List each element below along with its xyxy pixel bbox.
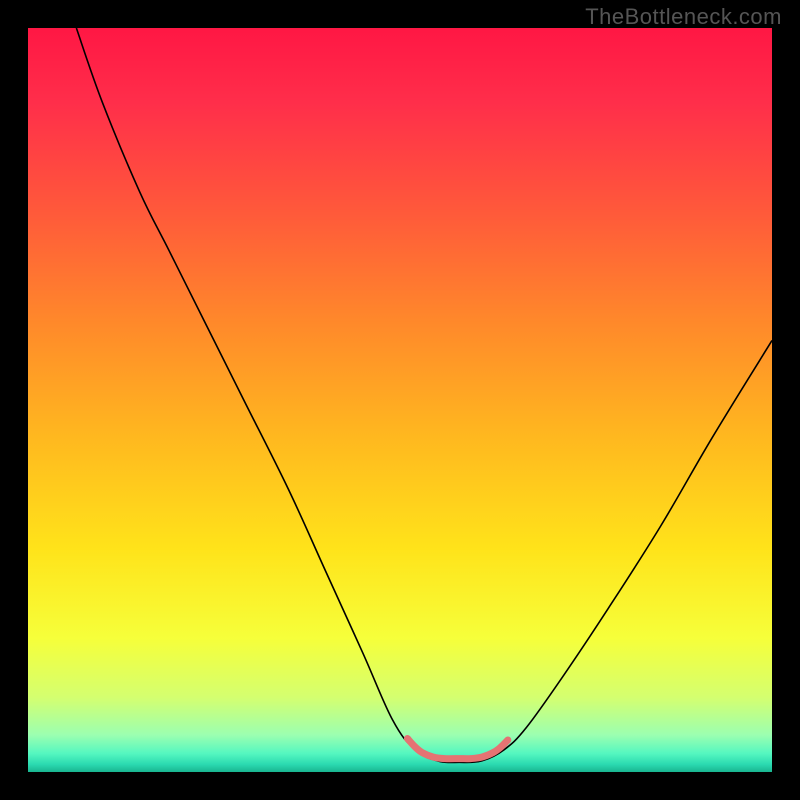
chart-frame: TheBottleneck.com [0,0,800,800]
gradient-background [28,28,772,772]
bottleneck-chart [28,28,772,772]
watermark-label: TheBottleneck.com [585,4,782,30]
